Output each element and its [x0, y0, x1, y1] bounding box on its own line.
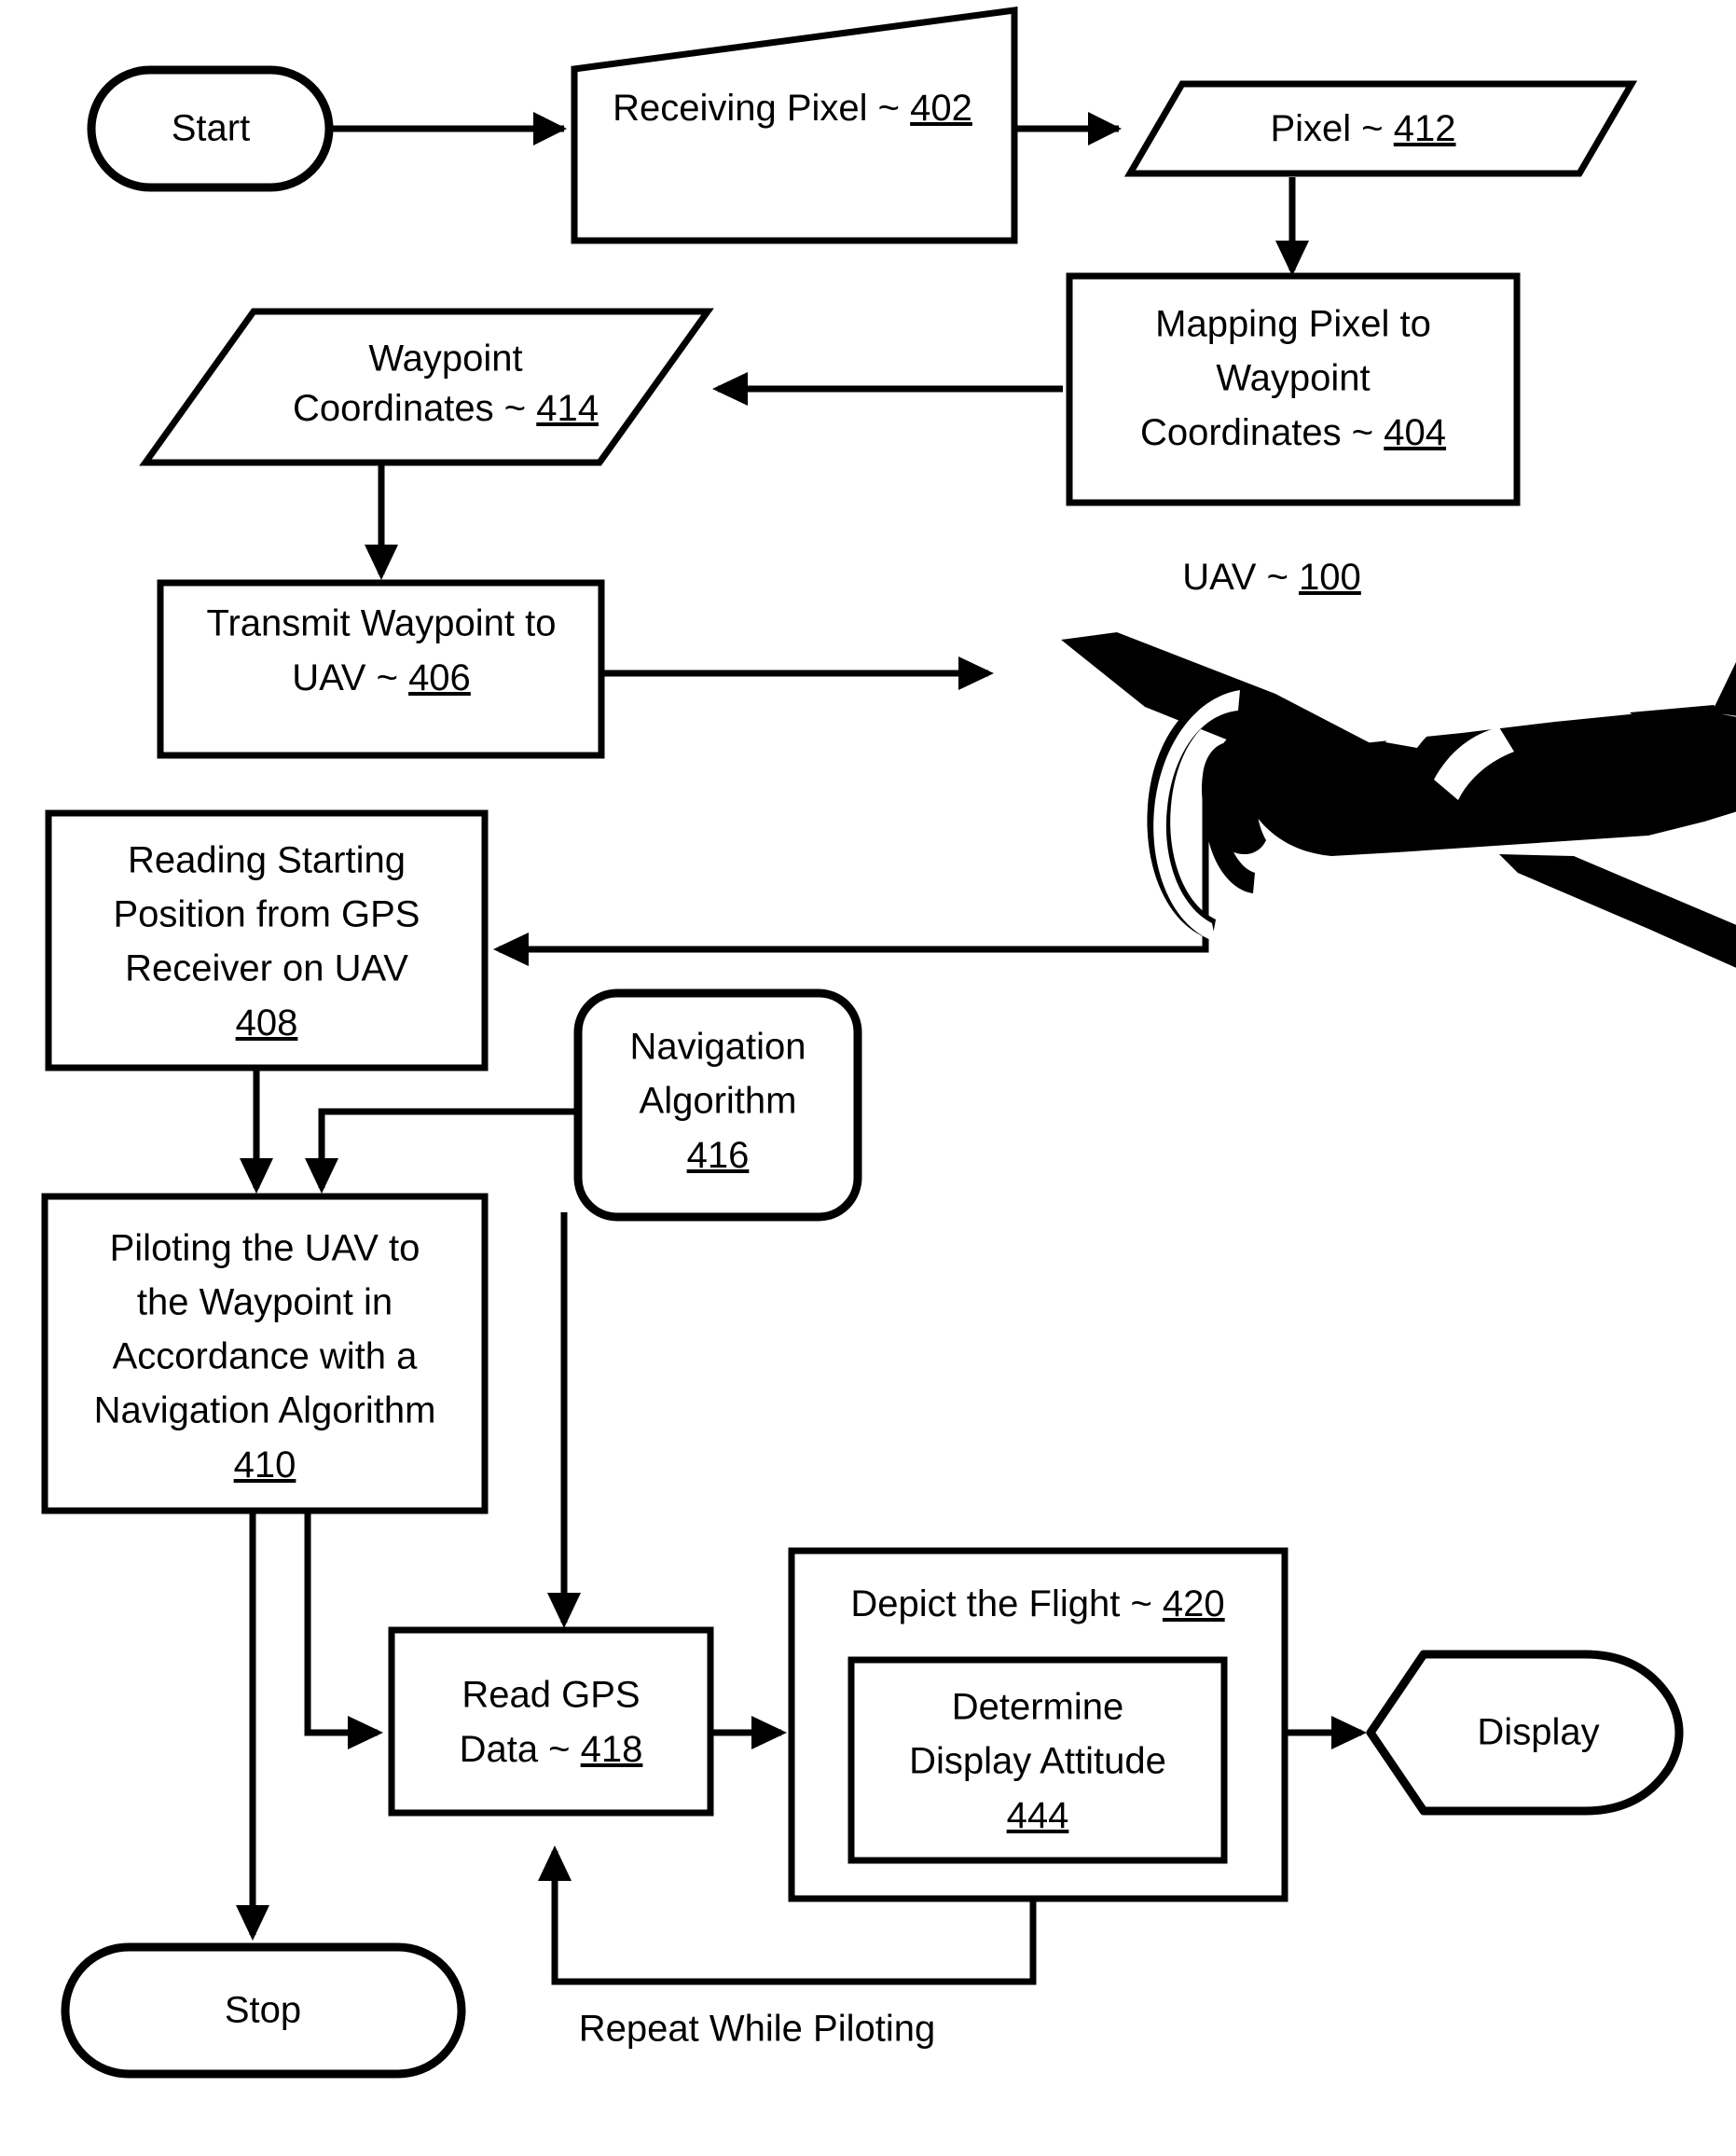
node-depict-flight-label: Depict the Flight ~ 420 [850, 1583, 1224, 1624]
edge-transmit-to-uav [601, 656, 994, 690]
node-reading-start-ref: 408 [236, 1002, 298, 1043]
node-waypoint-coords[interactable]: Waypoint Coordinates ~ 414 [139, 308, 714, 466]
node-pixel-data[interactable]: Pixel ~ 412 [1123, 80, 1638, 177]
edge-nav-algorithm-to-read-gps [547, 1212, 581, 1628]
node-reading-start-line-3: Receiver on UAV [125, 948, 408, 989]
edge-read-gps-to-depict-flight [710, 1716, 787, 1749]
node-determine-attitude[interactable]: Determine Display Attitude 444 [847, 1656, 1228, 1864]
node-mapping[interactable]: Mapping Pixel to Waypoint Coordinates ~ … [1066, 272, 1521, 506]
node-read-gps[interactable]: Read GPS Data ~ 418 [388, 1626, 714, 1817]
node-transmit-line-1: Transmit Waypoint to [207, 603, 557, 644]
node-display-label: Display [1477, 1712, 1599, 1753]
repeat-while-piloting-label: Repeat While Piloting [579, 2009, 935, 2050]
edge-reading-start-to-piloting [240, 1068, 273, 1194]
node-piloting-line-1: Piloting the UAV to [110, 1228, 420, 1269]
edge-piloting-to-stop [236, 1511, 269, 1941]
node-piloting-line-2: the Waypoint in [137, 1282, 393, 1323]
edge-mapping-to-waypoint-coords [712, 372, 1063, 406]
uav-caption-label: UAV ~ 100 [1182, 557, 1361, 598]
node-start[interactable]: Start [87, 65, 334, 192]
node-stop-label: Stop [225, 1990, 301, 2031]
node-determine-attitude-line-2: Display Attitude [909, 1741, 1166, 1782]
node-mapping-line-1: Mapping Pixel to [1155, 304, 1431, 345]
edge-receiving-pixel-to-pixel [1016, 112, 1122, 145]
node-read-gps-line-2: Data ~ 418 [460, 1729, 643, 1770]
node-read-gps-line-1: Read GPS [462, 1675, 640, 1716]
node-nav-algorithm-ref: 416 [687, 1135, 750, 1176]
edge-uav-to-reading-start [493, 783, 1209, 966]
node-piloting-line-4: Navigation Algorithm [94, 1390, 436, 1431]
node-transmit-line-2: UAV ~ 406 [292, 657, 471, 698]
edge-pixel-to-mapping [1275, 177, 1309, 276]
node-mapping-line-3: Coordinates ~ 404 [1140, 412, 1446, 453]
node-nav-algorithm-line-1: Navigation [629, 1027, 806, 1068]
flowchart-figure: Start Receiving Pixel ~ 402 Pixel ~ 412 … [41, 7, 1736, 2079]
node-nav-algorithm[interactable]: Navigation Algorithm 416 [573, 988, 862, 1222]
edge-start-to-receiving-pixel [331, 112, 567, 145]
node-start-label: Start [172, 108, 250, 149]
node-display[interactable]: Display [1366, 1650, 1684, 1816]
uav-caption: UAV ~ 100 [1182, 557, 1361, 598]
node-transmit[interactable]: Transmit Waypoint to UAV ~ 406 [157, 579, 605, 759]
edge-depict-flight-to-display [1285, 1716, 1367, 1749]
node-reading-start-line-1: Reading Starting [128, 840, 406, 881]
edge-waypoint-coords-to-transmit [365, 457, 398, 580]
edge-nav-algorithm-to-piloting [305, 1108, 578, 1194]
node-piloting-line-3: Accordance with a [113, 1336, 419, 1377]
repeat-while-piloting-text: Repeat While Piloting [579, 2009, 935, 2050]
node-waypoint-coords-line-2: Coordinates ~ 414 [293, 388, 599, 429]
node-mapping-line-2: Waypoint [1216, 358, 1370, 399]
node-receiving-pixel[interactable]: Receiving Pixel ~ 402 [571, 7, 1018, 244]
edge-piloting-to-read-gps [304, 1511, 383, 1749]
node-pixel-data-label: Pixel ~ 412 [1270, 108, 1455, 149]
node-waypoint-coords-line-1: Waypoint [368, 339, 522, 380]
node-reading-start-line-2: Position from GPS [113, 894, 420, 935]
node-piloting[interactable]: Piloting the UAV to the Waypoint in Acco… [41, 1193, 489, 1514]
node-nav-algorithm-line-2: Algorithm [640, 1081, 797, 1122]
node-stop[interactable]: Stop [61, 1942, 466, 2079]
node-receiving-pixel-label: Receiving Pixel ~ 402 [613, 88, 972, 129]
node-reading-start[interactable]: Reading Starting Position from GPS Recei… [45, 809, 489, 1071]
node-piloting-ref: 410 [234, 1444, 296, 1486]
node-determine-attitude-line-1: Determine [952, 1687, 1124, 1728]
node-determine-attitude-ref: 444 [1007, 1795, 1069, 1836]
